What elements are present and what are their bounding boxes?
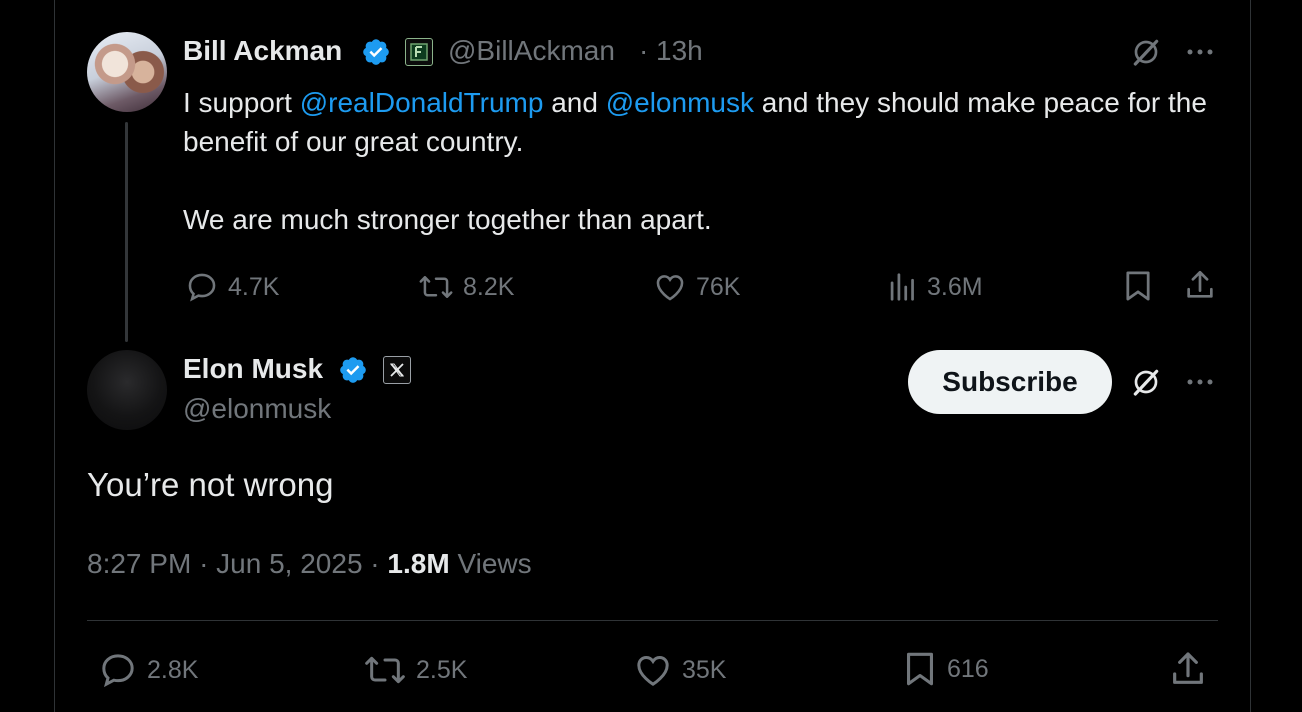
time-separator: ·	[639, 35, 649, 66]
affiliate-badge-icon[interactable]	[405, 38, 433, 66]
parent-like-count: 76K	[696, 272, 741, 301]
parent-author-handle[interactable]: @BillAckman	[448, 35, 615, 67]
avatar-elon-musk[interactable]	[87, 350, 167, 430]
share-icon[interactable]	[1168, 648, 1208, 690]
mention-elonmusk-link[interactable]: @elonmusk	[606, 87, 754, 118]
divider	[87, 620, 1218, 621]
thread-connector-line	[125, 122, 128, 342]
tweet-metadata: 8:27 PM · Jun 5, 2025 · 1.8M Views	[87, 548, 532, 580]
parent-time-ago[interactable]: 13h	[656, 35, 703, 67]
meta-separator: ·	[370, 548, 380, 579]
reply-icon	[102, 654, 134, 688]
parent-author-name[interactable]: Bill Ackman	[183, 35, 342, 67]
like-icon	[637, 655, 669, 686]
parent-views-count: 3.6M	[927, 272, 983, 301]
avatar-bill-ackman[interactable]	[87, 32, 167, 112]
main-tweet-text: You’re not wrong	[87, 466, 334, 503]
main-repost-count: 2.5K	[416, 655, 468, 684]
main-reply-button[interactable]: 2.8K	[98, 650, 198, 690]
main-reply-count: 2.8K	[147, 655, 199, 684]
views-count: 1.8M	[387, 548, 450, 579]
main-like-count: 35K	[682, 655, 727, 684]
meta-separator: ·	[199, 548, 209, 579]
parent-like-button[interactable]: 76K	[653, 270, 740, 304]
main-repost-button[interactable]: 2.5K	[363, 650, 467, 690]
mention-realdonaldtrump-link[interactable]: @realDonaldTrump	[300, 87, 544, 118]
like-icon	[656, 275, 684, 301]
parent-repost-count: 8.2K	[463, 272, 515, 301]
subscribe-button[interactable]: Subscribe	[908, 350, 1112, 414]
grok-icon[interactable]	[1130, 36, 1162, 68]
bookmark-icon	[906, 652, 934, 686]
text-segment: I support	[183, 87, 300, 118]
tweet-date-link[interactable]: Jun 5, 2025	[216, 548, 362, 579]
main-bookmark-button[interactable]: 616	[902, 648, 989, 690]
parent-views-button[interactable]: 3.6M	[888, 270, 983, 304]
x-logo-icon[interactable]	[383, 356, 411, 384]
verified-badge-icon	[340, 357, 366, 383]
repost-icon	[419, 276, 453, 298]
more-icon[interactable]	[1184, 40, 1216, 64]
main-author-handle[interactable]: @elonmusk	[183, 393, 331, 425]
more-icon[interactable]	[1184, 370, 1216, 394]
views-icon	[890, 273, 914, 301]
main-bookmark-count: 616	[947, 654, 989, 683]
bookmark-icon[interactable]	[1122, 268, 1154, 304]
repost-icon	[365, 656, 405, 684]
parent-tweet-text: I support @realDonaldTrump and @elonmusk…	[183, 83, 1223, 239]
reply-icon	[188, 273, 216, 302]
views-label: Views	[457, 548, 532, 579]
parent-reply-button[interactable]: 4.7K	[185, 270, 279, 304]
main-like-button[interactable]: 35K	[633, 650, 726, 690]
text-segment: and	[543, 87, 606, 118]
share-icon[interactable]	[1183, 267, 1217, 303]
main-author-name[interactable]: Elon Musk	[183, 353, 323, 385]
parent-repost-button[interactable]: 8.2K	[418, 270, 514, 304]
verified-badge-icon	[363, 39, 389, 65]
tweet-time-link[interactable]: 8:27 PM	[87, 548, 191, 579]
parent-reply-count: 4.7K	[228, 272, 280, 301]
grok-icon[interactable]	[1130, 366, 1162, 398]
parent-tweet-text-line2: We are much stronger together than apart…	[183, 204, 712, 235]
